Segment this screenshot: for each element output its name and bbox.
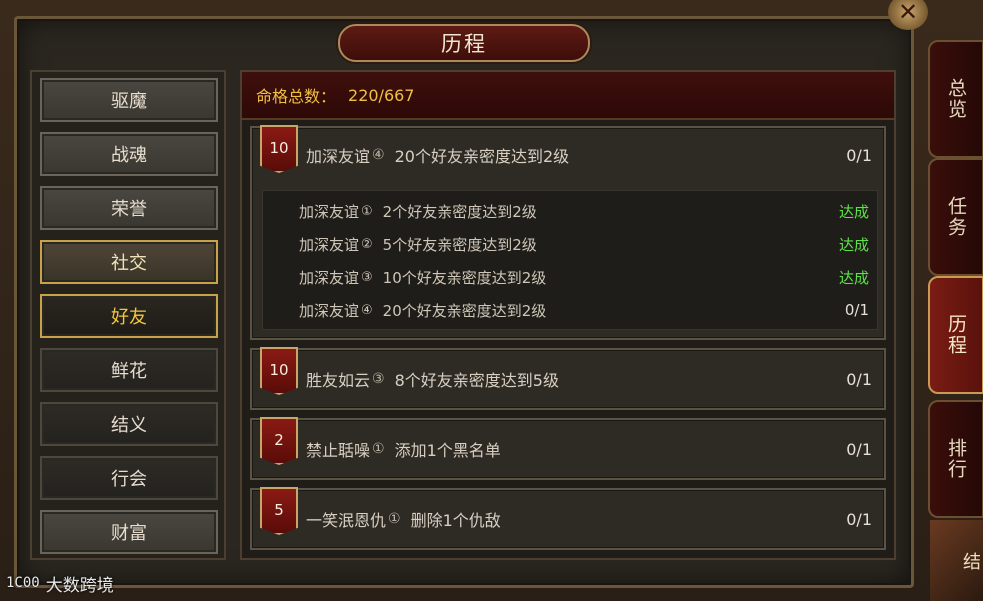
achievement-name: 一笑泯恩仇 [306, 511, 387, 530]
achievement-desc: 20个好友亲密度达到2级 [394, 147, 570, 166]
sub-stage: ③ [361, 269, 373, 285]
achievement-card[interactable]: 10 胜友如云 ③ 8个好友亲密度达到5级 0/1 [250, 347, 886, 410]
fate-total-header: 命格总数： 220/667 [242, 72, 894, 120]
sub-desc: 10个好友亲密度达到2级 [382, 268, 547, 287]
sub-status: 0/1 [844, 301, 869, 319]
achievement-title: 胜友如云 ③ 8个好友亲密度达到5级 [306, 350, 559, 408]
nav-item-jieyi[interactable]: 结义 [40, 402, 218, 446]
sub-status: 达成 [838, 235, 869, 254]
sub-achievement-row: 加深友谊 ② 5个好友亲密度达到2级 达成 [299, 228, 869, 260]
watermark-logo: 1C00 [6, 575, 40, 591]
watermark: 1C00 大数跨境 [6, 570, 114, 596]
tab-overview[interactable]: 总览 [928, 40, 983, 158]
achievement-title: 一笑泯恩仇 ① 删除1个仇敌 [306, 490, 501, 548]
tab-ranking[interactable]: 排行 [928, 400, 983, 518]
achievement-progress: 0/1 [846, 439, 872, 459]
achievement-stage: ④ [372, 147, 385, 163]
nav-item-caifu[interactable]: 财富 [40, 510, 218, 554]
reward-badge: 10 [260, 125, 298, 173]
sub-stage: ④ [361, 302, 373, 318]
sub-achievement-list: 加深友谊 ① 2个好友亲密度达到2级 达成 加深友谊 ② 5个好友亲密度达到2级… [262, 190, 878, 330]
nav-item-haoyou[interactable]: 好友 [40, 294, 218, 338]
sub-name: 加深友谊 [299, 202, 360, 221]
sub-name: 加深友谊 [299, 268, 360, 287]
achievement-stage: ③ [372, 371, 385, 387]
fate-total-label: 命格总数： [256, 87, 337, 106]
sub-name: 加深友谊 [299, 301, 360, 320]
achievement-list: 命格总数： 220/667 10 加深友谊 ④ 20个好友亲密度达到2级 0/1… [240, 70, 896, 560]
sub-desc: 20个好友亲密度达到2级 [382, 301, 547, 320]
fate-total-value: 220/667 [348, 85, 415, 105]
achievement-title: 加深友谊 ④ 20个好友亲密度达到2级 [306, 128, 569, 182]
reward-badge: 2 [260, 417, 298, 465]
sub-desc: 5个好友亲密度达到2级 [382, 235, 537, 254]
sub-status: 达成 [838, 268, 869, 287]
achievement-card[interactable]: 2 禁止聒噪 ① 添加1个黑名单 0/1 [250, 417, 886, 480]
achievement-name: 胜友如云 [306, 371, 371, 390]
reward-badge: 10 [260, 347, 298, 395]
achievement-desc: 8个好友亲密度达到5级 [394, 371, 559, 390]
sub-stage: ② [361, 236, 373, 252]
nav-item-hanghui[interactable]: 行会 [40, 456, 218, 500]
nav-item-xianhua[interactable]: 鲜花 [40, 348, 218, 392]
corner-text: 结 [963, 551, 981, 573]
nav-item-shejiao[interactable]: 社交 [40, 240, 218, 284]
achievement-name: 禁止聒噪 [306, 441, 371, 460]
tab-history[interactable]: 历程 [928, 276, 983, 394]
reward-badge: 5 [260, 487, 298, 535]
panel-title: 历程 [338, 24, 590, 62]
nav-item-zhanhun[interactable]: 战魂 [40, 132, 218, 176]
achievement-title: 禁止聒噪 ① 添加1个黑名单 [306, 420, 501, 478]
tab-tasks[interactable]: 任务 [928, 158, 983, 276]
achievement-stage: ① [372, 441, 385, 457]
achievement-progress: 0/1 [846, 145, 872, 165]
watermark-text: 大数跨境 [45, 575, 114, 596]
achievement-card[interactable]: 5 一笑泯恩仇 ① 删除1个仇敌 0/1 [250, 487, 886, 550]
achievement-stage: ① [388, 511, 401, 527]
sub-stage: ① [361, 203, 373, 219]
sub-desc: 2个好友亲密度达到2级 [382, 202, 537, 221]
sub-achievement-row: 加深友谊 ④ 20个好友亲密度达到2级 0/1 [299, 294, 869, 326]
achievement-name: 加深友谊 [306, 147, 371, 166]
nav-item-quma[interactable]: 驱魔 [40, 78, 218, 122]
sub-achievement-row: 加深友谊 ① 2个好友亲密度达到2级 达成 [299, 195, 869, 227]
achievement-desc: 删除1个仇敌 [410, 511, 501, 530]
achievement-desc: 添加1个黑名单 [394, 441, 501, 460]
sub-achievement-row: 加深友谊 ③ 10个好友亲密度达到2级 达成 [299, 261, 869, 293]
achievement-progress: 0/1 [846, 369, 872, 389]
sub-status: 达成 [838, 202, 869, 221]
achievement-card[interactable]: 10 加深友谊 ④ 20个好友亲密度达到2级 0/1 加深友谊 ① 2个好友亲密… [250, 125, 886, 340]
sub-name: 加深友谊 [299, 235, 360, 254]
achievement-progress: 0/1 [846, 509, 872, 529]
category-nav: 驱魔 战魂 荣誉 社交 好友 鲜花 结义 行会 财富 [30, 70, 226, 560]
nav-item-rongyu[interactable]: 荣誉 [40, 186, 218, 230]
corner-character-art: 结 [930, 520, 983, 601]
